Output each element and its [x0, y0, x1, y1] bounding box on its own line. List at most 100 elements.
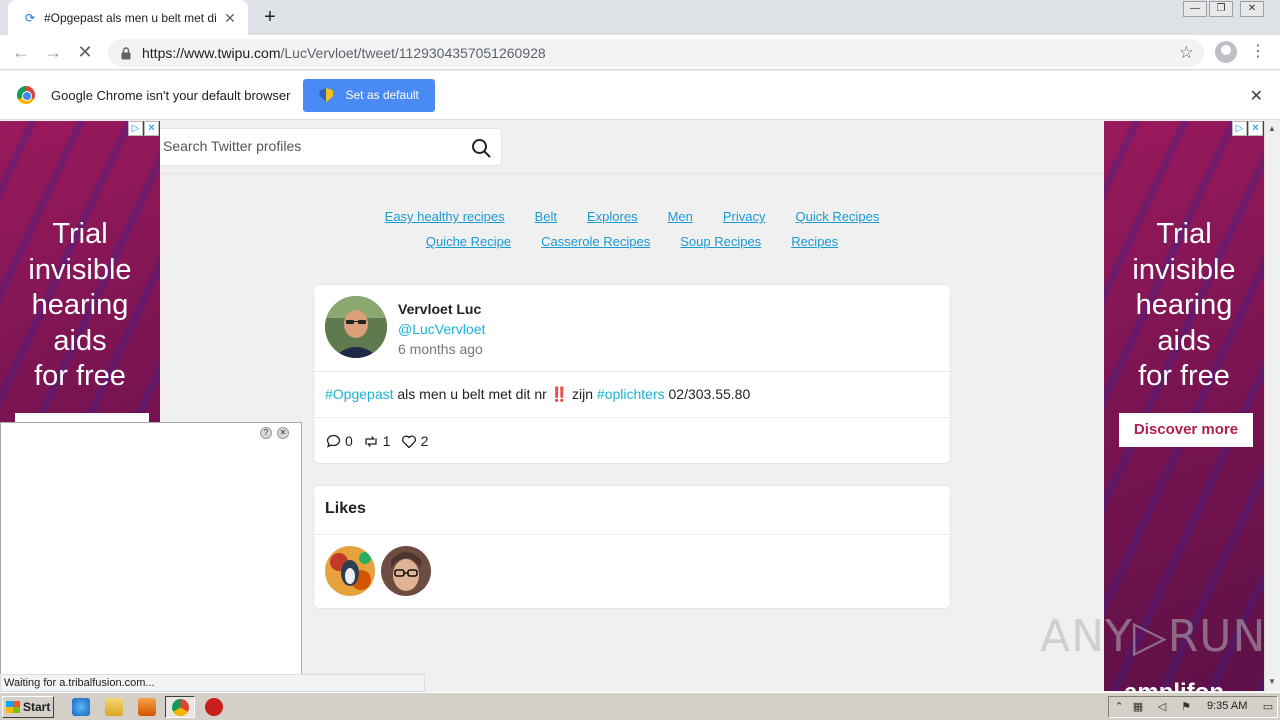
loading-icon: ⟳	[24, 10, 36, 25]
tab-close-icon[interactable]: ✕	[222, 10, 238, 26]
windows-taskbar: Start ⌃ ▦ ◁ ⚑ 9:35 AM ▭	[0, 692, 1280, 720]
tab-strip: ⟳ #Opgepast als men u belt met dit nr ✕ …	[0, 0, 1280, 35]
author-avatar[interactable]	[325, 296, 387, 358]
right-ad-text: Trial invisible hearing aids for free	[1132, 218, 1236, 392]
tweet-timestamp: 6 months ago	[398, 341, 483, 357]
system-tray: ⌃ ▦ ◁ ⚑ 9:35 AM ▭	[1108, 696, 1278, 718]
retweet-count: 1	[382, 433, 391, 449]
new-tab-button[interactable]: +	[258, 6, 282, 30]
hashtag-link[interactable]: #oplichters	[597, 386, 665, 402]
address-bar[interactable]: https://www.twipu.com/LucVervloet/tweet/…	[108, 39, 1204, 67]
clock: 9:35 AM	[1207, 700, 1248, 712]
link-easy-healthy-recipes[interactable]: Easy healthy recipes	[385, 209, 505, 234]
set-as-default-button[interactable]: Set as default	[303, 78, 435, 112]
opera-icon[interactable]	[205, 698, 223, 716]
start-button[interactable]: Start	[2, 696, 54, 718]
back-button[interactable]: ←	[9, 41, 33, 65]
link-belt[interactable]: Belt	[535, 209, 557, 234]
profile-avatar-icon[interactable]	[1215, 41, 1237, 63]
popup-close-icon[interactable]: ✕	[277, 427, 289, 439]
maximize-button[interactable]: ❐	[1209, 1, 1233, 17]
tray-expand-icon[interactable]: ⌃	[1112, 700, 1126, 714]
search-area	[160, 121, 1104, 174]
minimize-button[interactable]: —	[1183, 1, 1207, 17]
hashtag-link[interactable]: #Opgepast	[325, 386, 394, 402]
chrome-logo-icon	[17, 86, 35, 104]
menu-kebab-icon[interactable]: ⋮	[1250, 42, 1266, 62]
tweet-card: Vervloet Luc @LucVervloet 6 months ago #…	[313, 284, 951, 464]
flag-icon[interactable]: ⚑	[1179, 700, 1193, 714]
set-as-default-label: Set as default	[345, 88, 419, 102]
author-handle[interactable]: @LucVervloet	[398, 321, 485, 337]
ad-brand-logo: amplifon	[1124, 679, 1224, 691]
adchoices-icon: ▷	[1232, 121, 1247, 136]
popup-ad-overlay[interactable]: ? ✕	[0, 422, 302, 691]
link-quick-recipes[interactable]: Quick Recipes	[796, 209, 880, 234]
forward-button[interactable]: →	[41, 41, 65, 65]
vertical-scrollbar[interactable]: ▲ ▼	[1264, 121, 1280, 691]
link-privacy[interactable]: Privacy	[723, 209, 766, 234]
tweet-text-segment: als men u belt met dit nr ‼️ zijn	[393, 386, 597, 402]
uac-shield-icon	[319, 88, 334, 102]
link-casserole-recipes[interactable]: Casserole Recipes	[541, 234, 650, 259]
close-window-button[interactable]: ✕	[1240, 1, 1264, 17]
scroll-down-icon[interactable]: ▼	[1268, 677, 1276, 686]
adchoices-icon: ▷	[128, 121, 143, 136]
internet-explorer-icon[interactable]	[72, 698, 90, 716]
volume-icon[interactable]: ◁	[1155, 700, 1169, 714]
tweet-header: Vervloet Luc @LucVervloet 6 months ago	[314, 285, 950, 372]
link-men[interactable]: Men	[668, 209, 693, 234]
search-icon[interactable]	[471, 138, 491, 158]
infobar-close-icon[interactable]: ✕	[1250, 86, 1263, 106]
category-links: Easy healthy recipes Belt Explores Men P…	[160, 209, 1104, 259]
show-desktop-icon[interactable]: ▭	[1261, 700, 1275, 714]
start-label: Start	[23, 700, 51, 714]
retweet-icon	[365, 435, 377, 447]
likes-title: Likes	[314, 486, 950, 535]
help-icon[interactable]: ?	[260, 427, 272, 439]
browser-tab[interactable]: ⟳ #Opgepast als men u belt met dit nr ✕	[8, 0, 248, 35]
ad-close-icon: ✕	[1248, 121, 1263, 136]
retweet-action[interactable]: 1	[363, 433, 391, 449]
default-browser-infobar: Google Chrome isn't your default browser…	[0, 71, 1280, 120]
link-soup-recipes[interactable]: Soup Recipes	[680, 234, 761, 259]
lock-icon	[120, 46, 132, 60]
adchoices-badge[interactable]: ▷ ✕	[1231, 121, 1263, 137]
tweet-text: #Opgepast als men u belt met dit nr ‼️ z…	[314, 372, 950, 418]
heart-icon	[401, 435, 416, 448]
page-content: Trialinvisiblehearingaidsfor free ▷✕ Eas…	[0, 121, 1280, 691]
network-icon[interactable]: ▦	[1131, 700, 1145, 714]
tweet-actions: 0 1 2	[314, 418, 950, 464]
liker-avatar[interactable]	[325, 546, 375, 596]
search-input[interactable]	[163, 138, 463, 154]
like-action[interactable]: 2	[401, 433, 428, 449]
right-ad-banner[interactable]: Trial invisible hearing aids for free Discov…	[1104, 121, 1264, 691]
bookmark-star-icon[interactable]: ☆	[1179, 43, 1194, 63]
reply-action[interactable]: 0	[326, 433, 353, 449]
status-bubble: Waiting for a.tribalfusion.com...	[0, 674, 425, 692]
stop-loading-button[interactable]: ✕	[73, 41, 97, 65]
folder-icon[interactable]	[105, 698, 123, 716]
likes-card: Likes	[313, 485, 951, 609]
url-text: https://www.twipu.com/LucVervloet/tweet/…	[142, 45, 546, 61]
browser-toolbar: ← → ✕ https://www.twipu.com/LucVervloet/…	[0, 35, 1280, 70]
chrome-icon	[172, 699, 189, 716]
anyrun-watermark: ANY▷RUN	[1040, 611, 1267, 662]
link-recipes[interactable]: Recipes	[791, 234, 838, 259]
infobar-message: Google Chrome isn't your default browser	[51, 87, 291, 103]
windows-logo-icon	[6, 701, 20, 713]
media-player-icon[interactable]	[138, 698, 156, 716]
scroll-up-icon[interactable]: ▲	[1268, 124, 1276, 133]
author-name[interactable]: Vervloet Luc	[398, 301, 481, 317]
link-quiche-recipe[interactable]: Quiche Recipe	[426, 234, 511, 259]
liker-avatar[interactable]	[381, 546, 431, 596]
reply-icon	[326, 434, 341, 448]
discover-more-button[interactable]: Discover more	[1119, 413, 1253, 447]
tweet-text-segment: 02/303.55.80	[664, 386, 751, 402]
adchoices-badge[interactable]: ▷ ✕	[127, 121, 159, 137]
chrome-taskbar-button[interactable]	[165, 696, 195, 718]
link-explores[interactable]: Explores	[587, 209, 638, 234]
search-box	[160, 128, 502, 166]
ad-close-icon: ✕	[144, 121, 159, 136]
tab-title: #Opgepast als men u belt met dit nr	[44, 10, 216, 25]
